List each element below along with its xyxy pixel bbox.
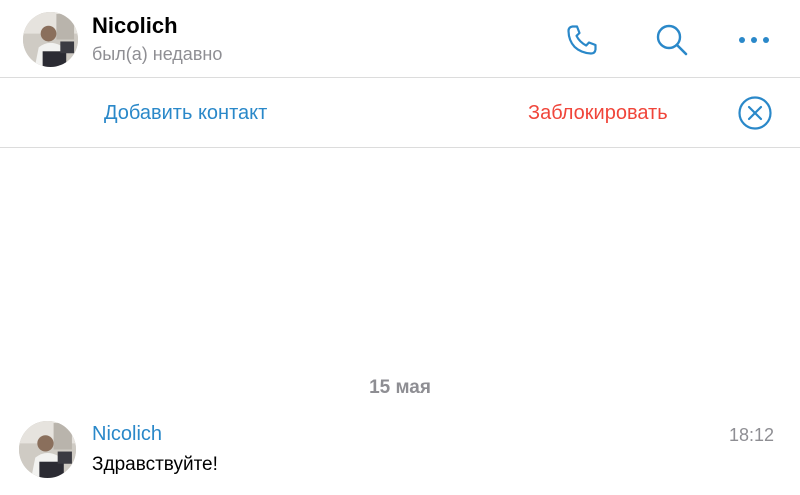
block-button[interactable]: Заблокировать [528,102,668,125]
more-button[interactable] [734,20,774,60]
close-circle-icon [738,96,772,130]
message-item[interactable]: Nicolich 18:12 Здравствуйте! [0,418,800,495]
chat-header: Nicolich был(а) недавно [0,0,800,78]
search-icon [656,24,688,56]
search-button[interactable] [652,20,692,60]
contact-status: был(а) недавно [92,44,223,64]
phone-icon [567,25,597,55]
close-bar-button[interactable] [737,95,773,131]
add-or-block-bar: Добавить контакт Заблокировать [0,78,800,148]
avatar-photo-icon [23,12,78,67]
header-avatar[interactable] [23,12,78,67]
add-contact-button[interactable]: Добавить контакт [104,102,267,125]
message-text: Здравствуйте! [92,454,218,475]
message-list[interactable]: 15 мая Nicolich 18:12 Здравствуйте! [0,148,800,495]
message-avatar[interactable] [19,421,76,478]
date-separator: 15 мая [369,377,431,398]
avatar-photo-icon [19,421,76,478]
message-time: 18:12 [728,425,774,445]
message-author[interactable]: Nicolich [92,423,162,446]
call-button[interactable] [562,20,602,60]
contact-name: Nicolich [92,13,178,38]
more-dots-icon [739,37,769,43]
